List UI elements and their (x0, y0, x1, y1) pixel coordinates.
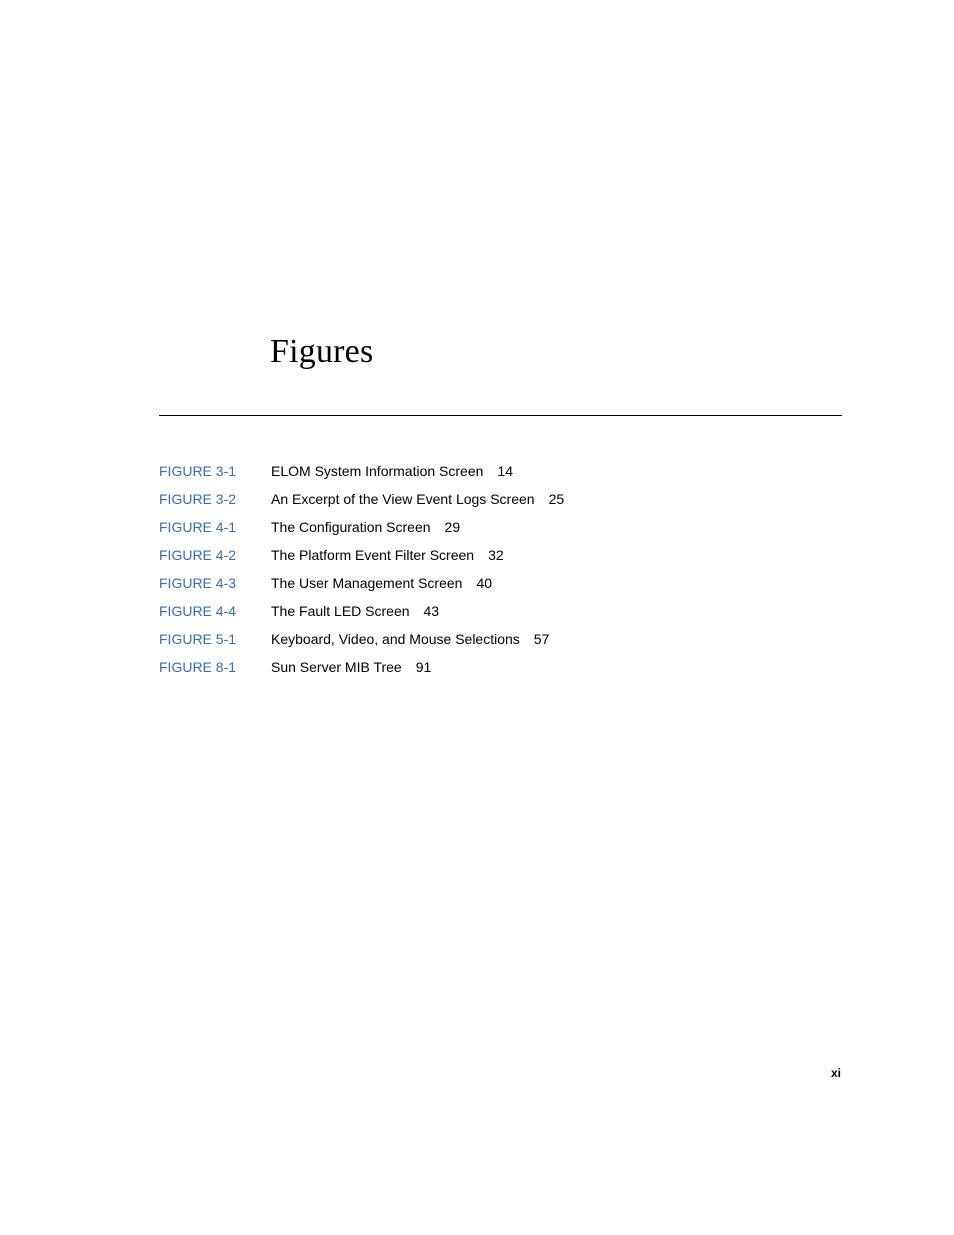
figures-list: FIGURE 3-1 ELOM System Information Scree… (159, 457, 564, 681)
figure-title: ELOM System Information Screen (271, 463, 484, 479)
figure-page-number: 91 (415, 659, 432, 675)
figure-title: Sun Server MIB Tree (271, 659, 402, 675)
page-number: xi (831, 1066, 842, 1080)
figure-link[interactable]: FIGURE 5-1 (159, 631, 271, 647)
page-title: Figures (270, 333, 374, 370)
list-item: FIGURE 5-1 Keyboard, Video, and Mouse Se… (159, 625, 564, 653)
figure-page-number: 29 (444, 519, 461, 535)
list-item: FIGURE 4-3 The User Management Screen 40 (159, 569, 564, 597)
figure-link[interactable]: FIGURE 4-2 (159, 547, 271, 563)
list-item: FIGURE 4-2 The Platform Event Filter Scr… (159, 541, 564, 569)
list-item: FIGURE 8-1 Sun Server MIB Tree 91 (159, 653, 564, 681)
figure-page-number: 32 (488, 547, 504, 563)
figure-link[interactable]: FIGURE 3-2 (159, 491, 271, 507)
figure-page-number: 40 (476, 575, 493, 591)
figure-link[interactable]: FIGURE 3-1 (159, 463, 271, 479)
figure-page-number: 57 (533, 631, 550, 647)
figure-page-number: 43 (423, 603, 440, 619)
figure-link[interactable]: FIGURE 4-1 (159, 519, 271, 535)
title-divider (159, 415, 842, 416)
figure-link[interactable]: FIGURE 4-3 (159, 575, 271, 591)
list-item: FIGURE 4-1 The Configuration Screen 29 (159, 513, 564, 541)
figure-link[interactable]: FIGURE 4-4 (159, 603, 271, 619)
figure-title: The User Management Screen (271, 575, 463, 591)
figure-page-number: 25 (548, 491, 565, 507)
figure-title: Keyboard, Video, and Mouse Selections (271, 631, 520, 647)
figure-title: The Fault LED Screen (271, 603, 410, 619)
list-item: FIGURE 3-2 An Excerpt of the View Event … (159, 485, 564, 513)
figure-page-number: 14 (497, 463, 513, 479)
figure-link[interactable]: FIGURE 8-1 (159, 659, 271, 675)
figure-title: The Configuration Screen (271, 519, 431, 535)
figure-title: An Excerpt of the View Event Logs Screen (271, 491, 535, 507)
figure-title: The Platform Event Filter Screen (271, 547, 475, 563)
list-item: FIGURE 4-4 The Fault LED Screen 43 (159, 597, 564, 625)
list-item: FIGURE 3-1 ELOM System Information Scree… (159, 457, 564, 485)
